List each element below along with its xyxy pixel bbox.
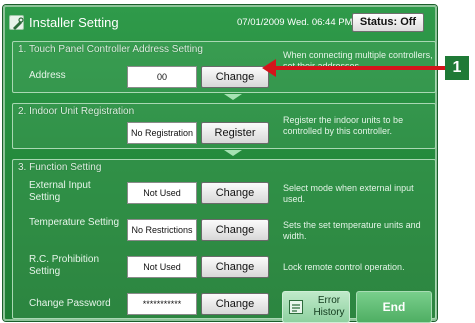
change-password-label: Change Password bbox=[29, 298, 111, 309]
end-button[interactable]: End bbox=[356, 291, 432, 323]
chevron-down-icon bbox=[224, 150, 242, 156]
rc-prohibition-value: Not Used bbox=[127, 256, 197, 278]
rc-prohibition-change-button[interactable]: Change bbox=[201, 256, 269, 278]
temperature-setting-value: No Restrictions bbox=[127, 219, 197, 241]
temperature-change-button[interactable]: Change bbox=[201, 219, 269, 241]
password-change-button[interactable]: Change bbox=[201, 293, 269, 315]
section-title: 1. Touch Panel Controller Address Settin… bbox=[18, 44, 203, 55]
settings-icon bbox=[9, 15, 24, 30]
rc-prohibition-label: R.C. Prohibition Setting bbox=[29, 254, 100, 277]
password-field: *********** bbox=[127, 293, 197, 315]
error-history-label: Error History bbox=[313, 295, 345, 318]
register-button[interactable]: Register bbox=[201, 122, 269, 144]
installer-setting-screen: Installer Setting 07/01/2009 Wed. 06:44 … bbox=[3, 5, 437, 323]
external-input-change-button[interactable]: Change bbox=[201, 182, 269, 204]
status-button[interactable]: Status: Off bbox=[352, 13, 424, 32]
address-value: 00 bbox=[127, 66, 197, 88]
title-bar: Installer Setting 07/01/2009 Wed. 06:44 … bbox=[9, 13, 429, 33]
rc-prohibition-hint: Lock remote control operation. bbox=[283, 262, 405, 272]
registration-value: No Registration bbox=[127, 122, 197, 144]
external-input-value: Not Used bbox=[127, 182, 197, 204]
error-history-icon bbox=[289, 300, 303, 314]
external-input-hint: Select mode when external input used. bbox=[283, 183, 414, 204]
temperature-hint: Sets the set temperature units and width… bbox=[283, 220, 421, 241]
address-label: Address bbox=[29, 70, 66, 81]
address-change-button[interactable]: Change bbox=[201, 66, 269, 88]
callout-arrow-head-icon bbox=[262, 59, 276, 77]
external-input-label: External Input Setting bbox=[29, 180, 91, 203]
temperature-setting-label: Temperature Setting bbox=[29, 217, 120, 228]
section-title: 2. Indoor Unit Registration bbox=[18, 106, 135, 117]
section-title: 3. Function Setting bbox=[18, 162, 102, 173]
datetime-display: 07/01/2009 Wed. 06:44 PM bbox=[237, 17, 353, 28]
error-history-button[interactable]: Error History bbox=[282, 291, 350, 323]
chevron-down-icon bbox=[224, 94, 242, 100]
callout-number: 1 bbox=[445, 56, 469, 80]
registration-hint: Register the indoor units to be controll… bbox=[283, 115, 404, 136]
indoor-unit-registration-section: 2. Indoor Unit Registration No Registrat… bbox=[12, 103, 436, 149]
callout-arrow-line bbox=[272, 66, 445, 70]
window-title: Installer Setting bbox=[29, 15, 119, 30]
